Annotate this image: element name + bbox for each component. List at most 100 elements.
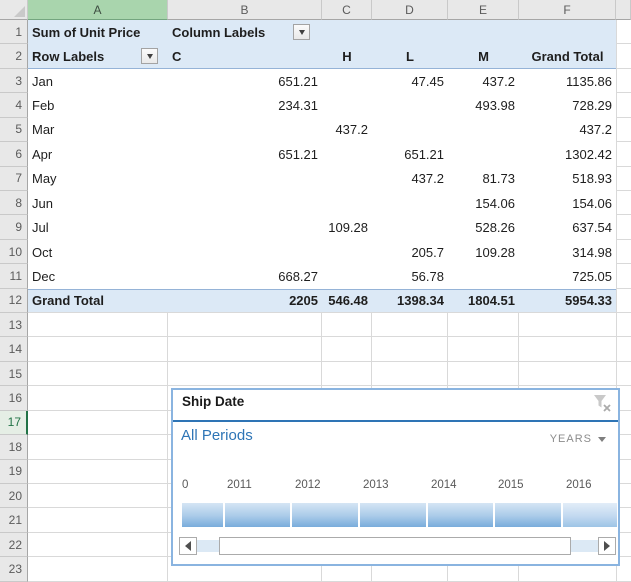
- column-labels-filter-button[interactable]: [293, 24, 310, 40]
- row-header-4[interactable]: 4: [0, 93, 28, 117]
- cell-E2[interactable]: M: [448, 44, 519, 68]
- cell-A23[interactable]: [28, 557, 168, 581]
- cell-E10[interactable]: 109.28: [448, 240, 519, 264]
- cell-D13[interactable]: [372, 313, 448, 337]
- col-header-D[interactable]: D: [372, 0, 448, 20]
- cell-A5[interactable]: Mar: [28, 118, 168, 142]
- cell-D10[interactable]: 205.7: [372, 240, 448, 264]
- cell-E14[interactable]: [448, 337, 519, 361]
- cell-E9[interactable]: 528.26: [448, 215, 519, 239]
- cell-E8[interactable]: 154.06: [448, 191, 519, 215]
- col-header-E[interactable]: E: [448, 0, 519, 20]
- cell-E5[interactable]: [448, 118, 519, 142]
- row-header-22[interactable]: 22: [0, 533, 28, 557]
- cell-F2[interactable]: Grand Total: [519, 44, 616, 68]
- cell-B14[interactable]: [168, 337, 322, 361]
- cell-F8[interactable]: 154.06: [519, 191, 616, 215]
- cell-A10[interactable]: Oct: [28, 240, 168, 264]
- col-header-B[interactable]: B: [168, 0, 322, 20]
- cell-D4[interactable]: [372, 93, 448, 117]
- cell-C13[interactable]: [322, 313, 372, 337]
- cell-E11[interactable]: [448, 264, 519, 288]
- cell-D15[interactable]: [372, 362, 448, 386]
- cell-E15[interactable]: [448, 362, 519, 386]
- scroll-left-button[interactable]: [179, 537, 197, 555]
- row-header-18[interactable]: 18: [0, 435, 28, 459]
- cell-A18[interactable]: [28, 435, 168, 459]
- clear-filter-icon[interactable]: [592, 393, 612, 413]
- cell-E7[interactable]: 81.73: [448, 167, 519, 191]
- row-header-11[interactable]: 11: [0, 264, 28, 288]
- timeline-bar-segment[interactable]: [292, 503, 360, 527]
- cell-E3[interactable]: 437.2: [448, 69, 519, 93]
- cell-C1[interactable]: [322, 20, 372, 44]
- cell-D12[interactable]: 1398.34: [372, 289, 448, 313]
- cell-F13[interactable]: [519, 313, 616, 337]
- cell-D2[interactable]: L: [372, 44, 448, 68]
- scroll-track-right[interactable]: [571, 540, 598, 552]
- cell-C4[interactable]: [322, 93, 372, 117]
- cell-A21[interactable]: [28, 508, 168, 532]
- row-header-12[interactable]: 12: [0, 289, 28, 313]
- row-header-21[interactable]: 21: [0, 508, 28, 532]
- cell-F14[interactable]: [519, 337, 616, 361]
- row-header-9[interactable]: 9: [0, 215, 28, 239]
- cell-B8[interactable]: [168, 191, 322, 215]
- row-header-16[interactable]: 16: [0, 386, 28, 410]
- cell-D11[interactable]: 56.78: [372, 264, 448, 288]
- cell-D3[interactable]: 47.45: [372, 69, 448, 93]
- col-header-A[interactable]: A: [28, 0, 168, 20]
- cell-F4[interactable]: 728.29: [519, 93, 616, 117]
- cell-B12[interactable]: 2205: [168, 289, 322, 313]
- cell-F3[interactable]: 1135.86: [519, 69, 616, 93]
- cell-G2[interactable]: [616, 44, 631, 68]
- timeline-bar-segment[interactable]: [428, 503, 495, 527]
- timeline-scrollbar[interactable]: [179, 537, 616, 555]
- cell-G12[interactable]: [616, 289, 631, 313]
- row-header-5[interactable]: 5: [0, 118, 28, 142]
- cell-D14[interactable]: [372, 337, 448, 361]
- cell-B10[interactable]: [168, 240, 322, 264]
- cell-C8[interactable]: [322, 191, 372, 215]
- cell-A12[interactable]: Grand Total: [28, 289, 168, 313]
- cell-C7[interactable]: [322, 167, 372, 191]
- cell-E1[interactable]: [448, 20, 519, 44]
- scroll-right-button[interactable]: [598, 537, 616, 555]
- row-header-15[interactable]: 15: [0, 362, 28, 386]
- cell-F1[interactable]: [519, 20, 616, 44]
- cell-A6[interactable]: Apr: [28, 142, 168, 166]
- cell-D9[interactable]: [372, 215, 448, 239]
- cell-F12[interactable]: 5954.33: [519, 289, 616, 313]
- cell-C10[interactable]: [322, 240, 372, 264]
- cell-A13[interactable]: [28, 313, 168, 337]
- cell-A15[interactable]: [28, 362, 168, 386]
- cell-G11[interactable]: [616, 264, 631, 288]
- row-header-6[interactable]: 6: [0, 142, 28, 166]
- row-header-8[interactable]: 8: [0, 191, 28, 215]
- cell-C15[interactable]: [322, 362, 372, 386]
- cell-A7[interactable]: May: [28, 167, 168, 191]
- cell-D7[interactable]: 437.2: [372, 167, 448, 191]
- cell-B1[interactable]: Column Labels: [168, 20, 322, 44]
- cell-A4[interactable]: Feb: [28, 93, 168, 117]
- cell-A16[interactable]: [28, 386, 168, 410]
- cell-C9[interactable]: 109.28: [322, 215, 372, 239]
- cell-G10[interactable]: [616, 240, 631, 264]
- cell-A2[interactable]: Row Labels: [28, 44, 168, 68]
- cell-G4[interactable]: [616, 93, 631, 117]
- timeline-bar-segment[interactable]: [495, 503, 563, 527]
- row-header-17[interactable]: 17: [0, 411, 28, 435]
- cell-F5[interactable]: 437.2: [519, 118, 616, 142]
- cell-G7[interactable]: [616, 167, 631, 191]
- cell-D6[interactable]: 651.21: [372, 142, 448, 166]
- cell-B3[interactable]: 651.21: [168, 69, 322, 93]
- cell-A22[interactable]: [28, 533, 168, 557]
- cell-B5[interactable]: [168, 118, 322, 142]
- scroll-track-left[interactable]: [197, 540, 219, 552]
- row-header-1[interactable]: 1: [0, 20, 28, 44]
- cell-E4[interactable]: 493.98: [448, 93, 519, 117]
- cell-F7[interactable]: 518.93: [519, 167, 616, 191]
- cell-G8[interactable]: [616, 191, 631, 215]
- cell-C3[interactable]: [322, 69, 372, 93]
- cell-B9[interactable]: [168, 215, 322, 239]
